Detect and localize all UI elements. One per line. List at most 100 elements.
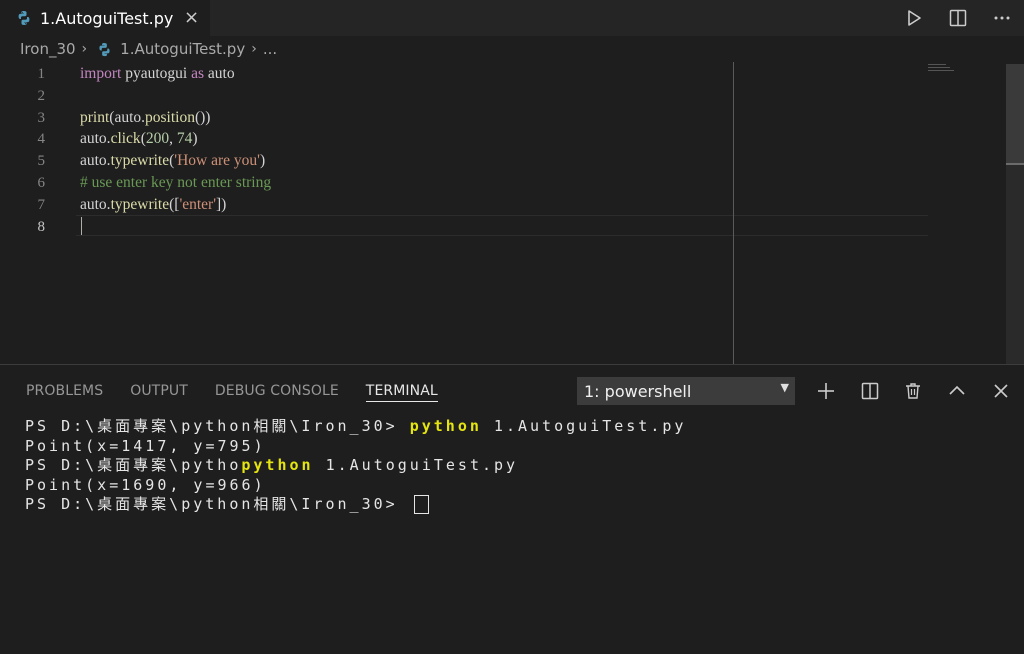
code-token: ]) bbox=[216, 195, 227, 213]
line-number: 3 bbox=[37, 109, 46, 126]
tab-output[interactable]: OUTPUT bbox=[130, 383, 188, 399]
code-token: position bbox=[145, 108, 195, 126]
editor-scrollbar[interactable] bbox=[1006, 64, 1024, 364]
terminal-text: python bbox=[409, 417, 482, 435]
more-actions-button[interactable] bbox=[980, 0, 1024, 36]
line-number: 7 bbox=[37, 196, 46, 213]
editor-actions bbox=[892, 0, 1024, 36]
code-token: ) bbox=[259, 152, 266, 170]
tab-debug-console[interactable]: DEBUG CONSOLE bbox=[215, 383, 339, 399]
code-token: # use enter key not enter string bbox=[80, 174, 272, 191]
python-file-icon bbox=[99, 42, 110, 56]
code-token: auto bbox=[204, 65, 235, 82]
chevron-right-icon: › bbox=[251, 41, 257, 57]
editor-tab[interactable]: 1.AutoguiTest.py × bbox=[0, 0, 210, 36]
code-token: 'How are you' bbox=[174, 152, 260, 170]
terminal-text: PS D:\桌面專案\python相關\Iron_30> bbox=[25, 495, 410, 513]
tab-label: 1.AutoguiTest.py bbox=[40, 8, 174, 28]
code-line[interactable]: print(auto.position()) bbox=[80, 107, 210, 129]
terminal-text: Point(x=1690, y=966) bbox=[25, 475, 266, 494]
terminal-text: PS D:\桌面專案\pytho bbox=[25, 456, 242, 474]
code-token: typewrite bbox=[110, 195, 170, 213]
code-token: ()) bbox=[194, 108, 211, 126]
minimap[interactable] bbox=[928, 64, 958, 76]
close-panel-button[interactable] bbox=[987, 377, 1015, 405]
terminal-line: PS D:\桌面專案\python相關\Iron_30> python 1.Au… bbox=[25, 417, 686, 437]
terminal-text: 1.AutoguiTest.py bbox=[481, 417, 687, 435]
terminal-output[interactable]: PS D:\桌面專案\python相關\Iron_30> python 1.Au… bbox=[25, 417, 686, 515]
terminal-text: Point(x=1417, y=795) bbox=[25, 436, 266, 455]
split-editor-icon bbox=[949, 9, 967, 27]
run-icon bbox=[908, 10, 921, 26]
close-icon bbox=[994, 384, 1008, 398]
tab-close-button[interactable]: × bbox=[184, 7, 199, 28]
code-token: ) bbox=[192, 130, 198, 148]
code-token: pyautogui bbox=[121, 65, 192, 82]
breadcrumb-folder[interactable]: Iron_30 bbox=[20, 40, 76, 58]
code-token: print bbox=[80, 108, 110, 126]
line-number: 5 bbox=[37, 153, 46, 170]
code-token: click bbox=[110, 130, 141, 148]
terminal-select-value: 1: powershell bbox=[584, 381, 692, 401]
tab-problems[interactable]: PROBLEMS bbox=[26, 383, 103, 399]
terminal-line: PS D:\桌面專案\pythopython 1.AutoguiTest.py bbox=[25, 456, 686, 476]
code-token: ([ bbox=[169, 195, 180, 213]
add-terminal-icon bbox=[818, 383, 834, 399]
line-number: 8 bbox=[37, 218, 46, 235]
scrollbar-thumb[interactable] bbox=[1006, 64, 1024, 164]
panel-tabs: PROBLEMS OUTPUT DEBUG CONSOLE TERMINAL bbox=[0, 365, 438, 417]
terminal-line: PS D:\桌面專案\python相關\Iron_30> bbox=[25, 495, 686, 515]
code-token: auto. bbox=[80, 152, 111, 170]
more-icon bbox=[994, 16, 1010, 20]
code-token: 74 bbox=[176, 130, 193, 148]
code-line[interactable]: auto.typewrite(['enter']) bbox=[80, 194, 226, 216]
code-line[interactable]: auto.click(200, 74) bbox=[80, 128, 198, 150]
trash-icon bbox=[906, 383, 920, 399]
scrollbar-cursor-marker bbox=[1006, 163, 1024, 165]
code-token: import bbox=[80, 65, 122, 82]
text-cursor bbox=[81, 217, 82, 235]
editor-tab-bar: 1.AutoguiTest.py × bbox=[0, 0, 1024, 36]
breadcrumb: Iron_30 › 1.AutoguiTest.py › ... bbox=[0, 36, 1024, 62]
code-token: (auto. bbox=[109, 108, 146, 126]
code-token: , bbox=[169, 130, 177, 148]
terminal-cursor bbox=[413, 495, 429, 514]
terminal-line: Point(x=1690, y=966) bbox=[25, 476, 686, 496]
breadcrumb-file[interactable]: 1.AutoguiTest.py bbox=[120, 40, 245, 58]
line-number: 6 bbox=[37, 175, 46, 191]
split-editor-button[interactable] bbox=[936, 0, 980, 36]
editor-ruler bbox=[733, 62, 734, 364]
bottom-panel: PROBLEMS OUTPUT DEBUG CONSOLE TERMINAL 1: p… bbox=[0, 364, 1024, 654]
breadcrumb-more[interactable]: ... bbox=[263, 40, 277, 58]
kill-terminal-button[interactable] bbox=[899, 377, 927, 405]
code-line[interactable]: auto.typewrite('How are you') bbox=[80, 150, 265, 172]
terminal-select[interactable]: 1: powershell ▼ bbox=[577, 377, 795, 405]
code-token: 'enter' bbox=[179, 195, 217, 213]
add-terminal-button[interactable] bbox=[812, 377, 840, 405]
terminal-text: python bbox=[241, 456, 314, 474]
line-number: 1 bbox=[37, 66, 46, 82]
code-token: 200 bbox=[145, 130, 170, 148]
line-number: 4 bbox=[37, 131, 46, 148]
line-number: 2 bbox=[37, 87, 46, 104]
terminal-text: 1.AutoguiTest.py bbox=[313, 456, 519, 474]
terminal-line: Point(x=1417, y=795) bbox=[25, 437, 686, 457]
python-file-icon bbox=[18, 11, 30, 25]
split-terminal-button[interactable] bbox=[856, 377, 884, 405]
run-button[interactable] bbox=[892, 0, 936, 36]
code-token: auto. bbox=[80, 195, 111, 213]
chevron-right-icon: › bbox=[81, 41, 88, 57]
chevron-up-icon bbox=[949, 385, 965, 395]
code-line[interactable]: # use enter key not enter string bbox=[80, 172, 271, 194]
code-editor[interactable]: 1 2 3 4 5 6 7 8 import pyautogui as auto print(a… bbox=[0, 62, 1024, 364]
code-token: auto. bbox=[80, 130, 111, 148]
code-token: as bbox=[191, 65, 205, 82]
code-line[interactable]: import pyautogui as auto bbox=[80, 63, 235, 85]
split-terminal-icon bbox=[861, 382, 879, 400]
tab-terminal[interactable]: TERMINAL bbox=[365, 383, 438, 402]
terminal-text: PS D:\桌面專案\python相關\Iron_30> bbox=[25, 417, 410, 435]
code-token: typewrite bbox=[110, 152, 170, 170]
current-line-highlight bbox=[76, 215, 928, 236]
dropdown-arrow-icon: ▼ bbox=[780, 381, 789, 394]
maximize-panel-button[interactable] bbox=[943, 377, 971, 405]
